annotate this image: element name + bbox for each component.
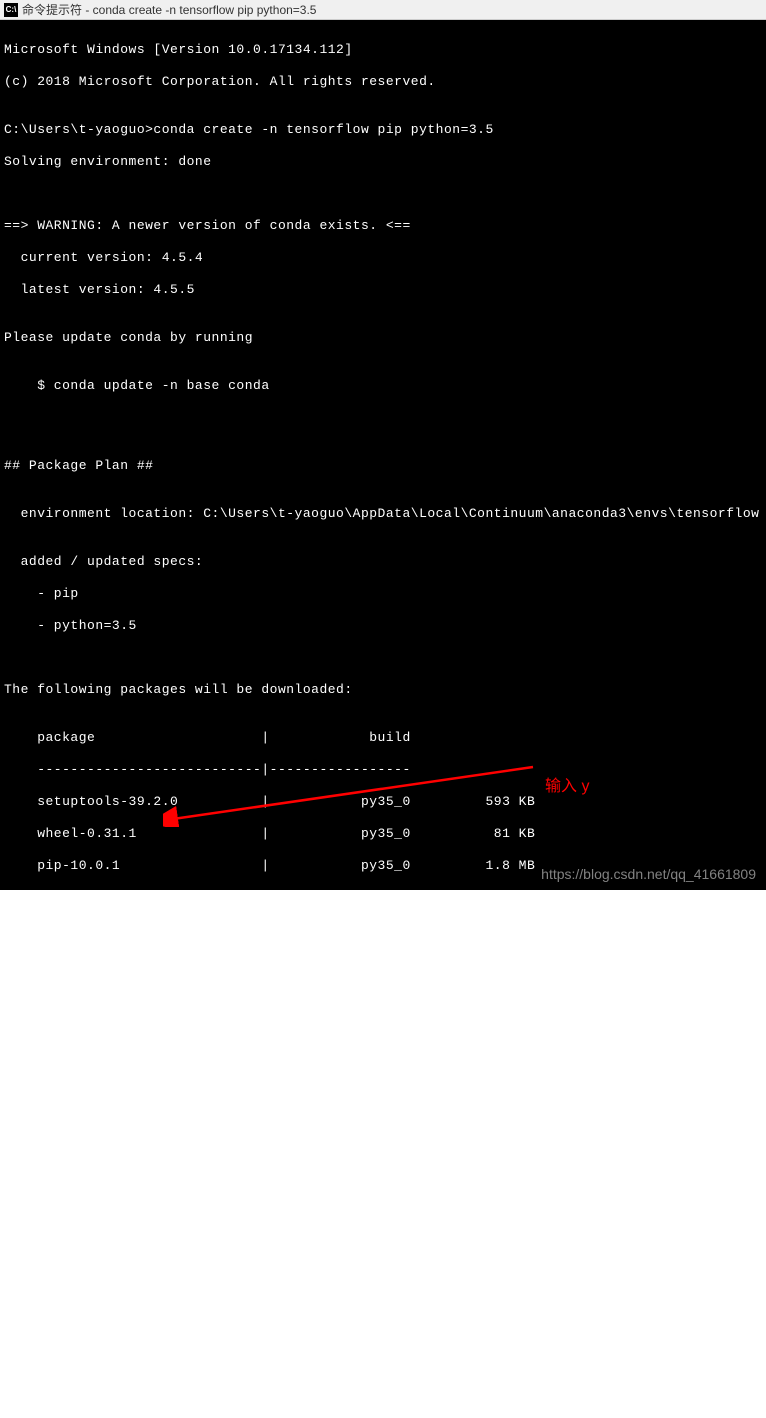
table-row: wheel-0.31.1 | py35_0 81 KB (4, 826, 762, 842)
table-divider: ---------------------------|------------… (4, 762, 762, 778)
section-header: ## Package Plan ## (4, 458, 762, 474)
table-row: python-3.5.5 | h0c2934d_2 18.2 MB (4, 890, 762, 906)
table-row: setuptools-39.2.0 | py35_0 593 KB (4, 794, 762, 810)
table-row: certifi-2018.4.16 | py35_0 143 KB (4, 922, 762, 938)
list-item: certifi: 2018.4.16-py35_0 (4, 1114, 762, 1130)
output-line: added / updated specs: (4, 554, 762, 570)
list-item: python: 3.5.5-h0c2934d_2 (4, 1178, 762, 1194)
window-title: 命令提示符 - conda create -n tensorflow pip p… (22, 1, 316, 18)
list-item: pip: 10.0.1-py35_0 (4, 1146, 762, 1162)
prompt-line: C:\Users\t-yaoguo>conda create -n tensor… (4, 122, 762, 138)
output-line: environment location: C:\Users\t-yaoguo\… (4, 506, 762, 522)
watermark-text: https://blog.csdn.net/qq_41661809 (541, 866, 756, 882)
output-line: - pip (4, 586, 762, 602)
table-total: Total: 20.8 MB (4, 1018, 762, 1034)
list-item: vs2015_runtime: 14.0.25123-3 (4, 1274, 762, 1290)
table-divider: ----------------------------------------… (4, 986, 762, 1002)
terminal-output[interactable]: Microsoft Windows [Version 10.0.17134.11… (0, 20, 766, 890)
output-line: Solving environment: done (4, 154, 762, 170)
list-item: setuptools: 39.2.0-py35_0 (4, 1210, 762, 1226)
list-item: wincertstore: 0.2-py35hfebbdb8_0 (4, 1338, 762, 1354)
output-line: current version: 4.5.4 (4, 250, 762, 266)
output-line: Microsoft Windows [Version 10.0.17134.11… (4, 42, 762, 58)
section-header: The following packages will be downloade… (4, 682, 762, 698)
table-header: package | build (4, 730, 762, 746)
list-item: vc: 14-h0510ff6_3 (4, 1242, 762, 1258)
output-line: - python=3.5 (4, 618, 762, 634)
table-row: wincertstore-0.2 | py35hfebbdb8_0 13 KB (4, 954, 762, 970)
section-header: The following NEW packages will be INSTA… (4, 1066, 762, 1082)
output-line: Please update conda by running (4, 330, 762, 346)
cmd-icon: C:\ (4, 3, 18, 17)
output-line: $ conda update -n base conda (4, 378, 762, 394)
prompt-input[interactable]: Proceed ([y]/n)? y (4, 1386, 762, 1402)
output-line: (c) 2018 Microsoft Corporation. All righ… (4, 74, 762, 90)
warning-line: ==> WARNING: A newer version of conda ex… (4, 218, 762, 234)
window-title-bar: C:\ 命令提示符 - conda create -n tensorflow p… (0, 0, 766, 20)
output-line: latest version: 4.5.5 (4, 282, 762, 298)
list-item: wheel: 0.31.1-py35_0 (4, 1306, 762, 1322)
